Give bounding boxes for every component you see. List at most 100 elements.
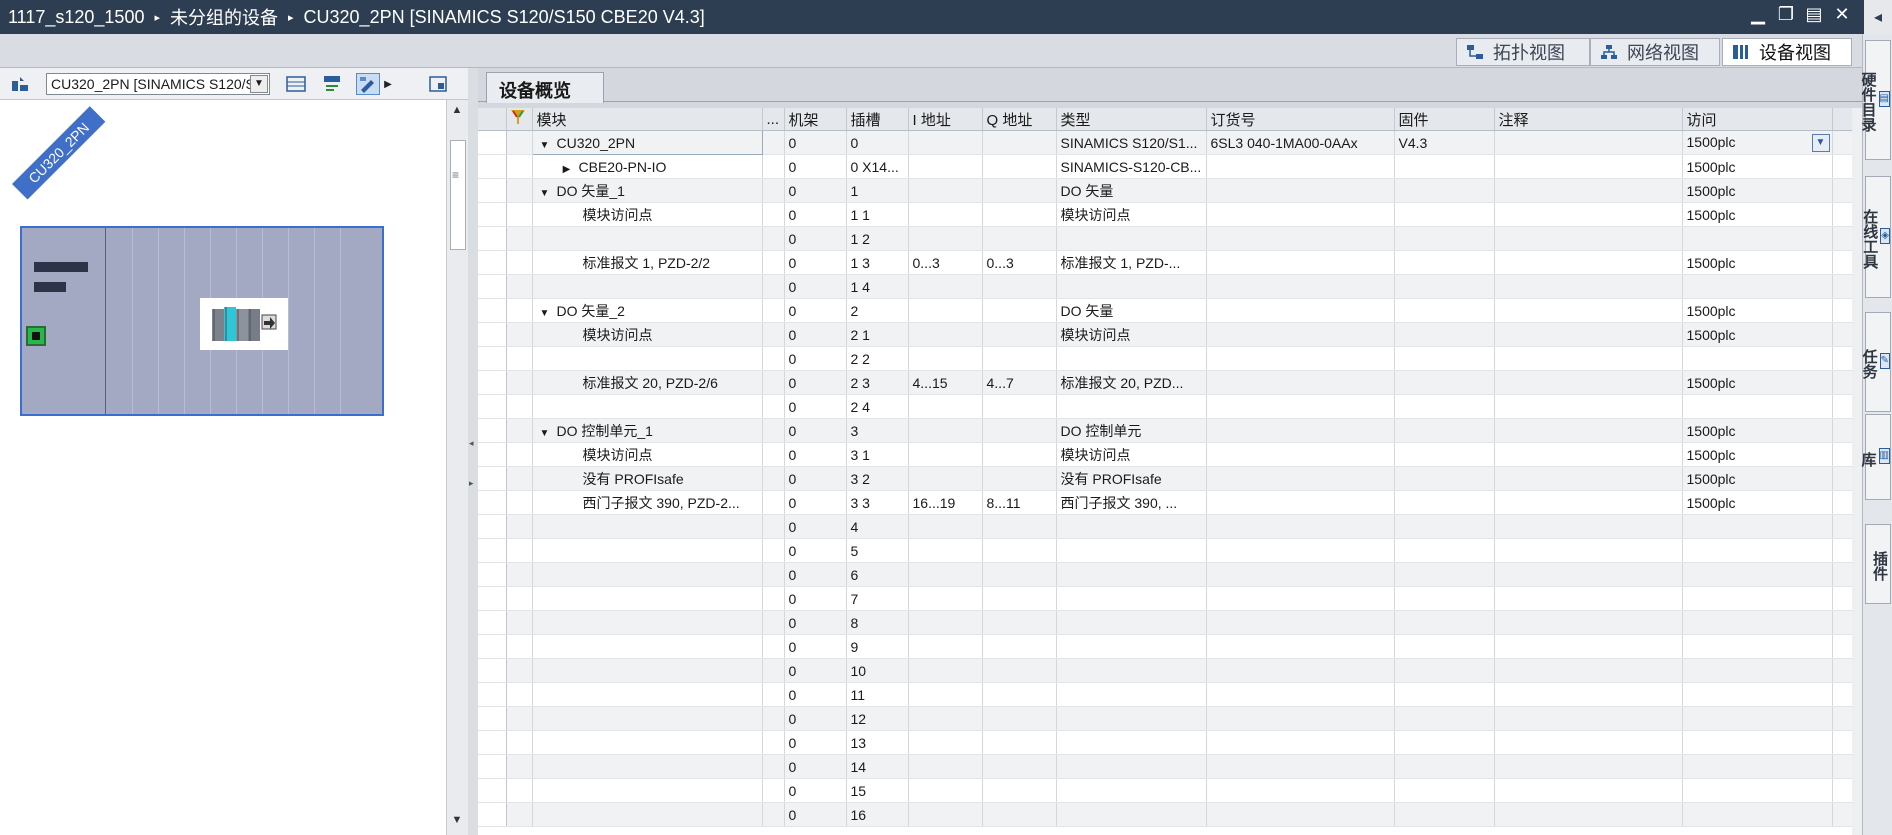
module-cell[interactable] [532,778,763,803]
collapse-arrow-icon[interactable]: ▼ [537,188,553,199]
row-header[interactable] [478,154,507,179]
i-address-cell[interactable]: 0...3 [908,250,983,275]
q-address-cell[interactable] [982,202,1057,227]
table-row[interactable]: 01 4 [478,274,1859,299]
type-cell[interactable] [1056,802,1207,827]
firmware-cell[interactable] [1394,778,1495,803]
row-header[interactable] [478,610,507,635]
q-address-cell[interactable] [982,514,1057,539]
comment-cell[interactable] [1494,586,1683,611]
taskcard-addins[interactable]: 插件 [1865,524,1891,604]
firmware-cell[interactable] [1394,466,1495,491]
header-i-address[interactable]: I 地址 [908,108,983,131]
table-row[interactable]: 04 [478,514,1859,539]
rack-cell[interactable]: 0 [784,778,847,803]
i-address-cell[interactable] [908,730,983,755]
row-header[interactable] [478,394,507,419]
type-cell[interactable]: 模块访问点 [1056,202,1207,227]
firmware-cell[interactable] [1394,682,1495,707]
chevron-down-icon[interactable]: ▼ [250,75,268,93]
row-header[interactable] [478,706,507,731]
expand-right-icon[interactable]: ▸ [469,478,474,489]
q-address-cell[interactable] [982,538,1057,563]
access-cell[interactable] [1682,730,1833,755]
order-number-cell[interactable] [1206,538,1395,563]
slot-cell[interactable]: 14 [846,754,909,779]
q-address-cell[interactable] [982,802,1057,827]
access-cell[interactable]: 1500plc [1682,442,1833,467]
comment-cell[interactable] [1494,562,1683,587]
module-cell[interactable]: 西门子报文 390, PZD-2... [532,490,763,515]
row-header[interactable] [478,658,507,683]
table-row[interactable]: 09 [478,634,1859,659]
access-cell[interactable] [1682,754,1833,779]
order-number-cell[interactable] [1206,778,1395,803]
module-cell[interactable]: ▼ DO 矢量_2 [532,298,763,323]
type-cell[interactable]: 标准报文 20, PZD... [1056,370,1207,395]
module-cell[interactable] [532,802,763,827]
access-cell[interactable] [1682,610,1833,635]
type-cell[interactable] [1056,586,1207,611]
table-row[interactable]: ▼ DO 矢量_2 0 2 DO 矢量 1500plc [478,298,1859,323]
type-cell[interactable] [1056,274,1207,299]
firmware-cell[interactable] [1394,346,1495,371]
firmware-cell[interactable] [1394,226,1495,251]
comment-cell[interactable] [1494,394,1683,419]
slot-cell[interactable]: 5 [846,538,909,563]
access-cell[interactable] [1682,778,1833,803]
q-address-cell[interactable] [982,274,1057,299]
row-header[interactable] [478,130,507,155]
module-cell[interactable] [532,394,763,419]
edit-graphic-icon[interactable] [356,73,380,95]
tile-icon[interactable]: ▤ [1804,4,1824,25]
comment-cell[interactable] [1494,706,1683,731]
tab-device-overview[interactable]: 设备概览 [486,72,604,103]
order-number-cell[interactable] [1206,274,1395,299]
slot-cell[interactable]: 2 4 [846,394,909,419]
header-access[interactable]: 访问 [1682,108,1833,131]
q-address-cell[interactable] [982,562,1057,587]
order-number-cell[interactable] [1206,250,1395,275]
pane-splitter[interactable]: ◂ ▸ [468,68,478,835]
i-address-cell[interactable] [908,130,983,155]
header-order-number[interactable]: 订货号 [1206,108,1395,131]
q-address-cell[interactable] [982,394,1057,419]
i-address-cell[interactable] [908,538,983,563]
row-header[interactable] [478,226,507,251]
module-cell[interactable]: 模块访问点 [532,322,763,347]
row-header[interactable] [478,442,507,467]
firmware-cell[interactable] [1394,730,1495,755]
access-cell[interactable] [1682,514,1833,539]
comment-cell[interactable] [1494,682,1683,707]
firmware-cell[interactable] [1394,754,1495,779]
slot-cell[interactable]: 9 [846,634,909,659]
q-address-cell[interactable] [982,418,1057,443]
rack-cell[interactable]: 0 [784,154,847,179]
module-cell[interactable]: 模块访问点 [532,202,763,227]
slot-cell[interactable]: 2 3 [846,370,909,395]
tab-device-view[interactable]: 设备视图 [1722,38,1852,66]
q-address-cell[interactable] [982,346,1057,371]
access-cell[interactable] [1682,394,1833,419]
tab-network-view[interactable]: 网络视图 [1590,38,1720,66]
q-address-cell[interactable] [982,610,1057,635]
table-row[interactable]: 0 12 [478,706,1859,731]
order-number-cell[interactable] [1206,394,1395,419]
order-number-cell[interactable] [1206,730,1395,755]
rack-cell[interactable]: 0 [784,298,847,323]
rack-cell[interactable]: 0 [784,370,847,395]
table-toggle-icon[interactable] [284,73,308,95]
access-cell[interactable] [1682,802,1833,827]
i-address-cell[interactable]: 4...15 [908,370,983,395]
order-number-cell[interactable] [1206,658,1395,683]
q-address-cell[interactable] [982,154,1057,179]
row-header[interactable] [478,586,507,611]
access-cell[interactable]: 1500plc [1682,418,1833,443]
type-cell[interactable] [1056,658,1207,683]
firmware-cell[interactable] [1394,202,1495,227]
i-address-cell[interactable] [908,202,983,227]
access-cell[interactable] [1682,634,1833,659]
rack-cell[interactable]: 0 [784,466,847,491]
slot-cell[interactable]: 2 1 [846,322,909,347]
i-address-cell[interactable]: 16...19 [908,490,983,515]
